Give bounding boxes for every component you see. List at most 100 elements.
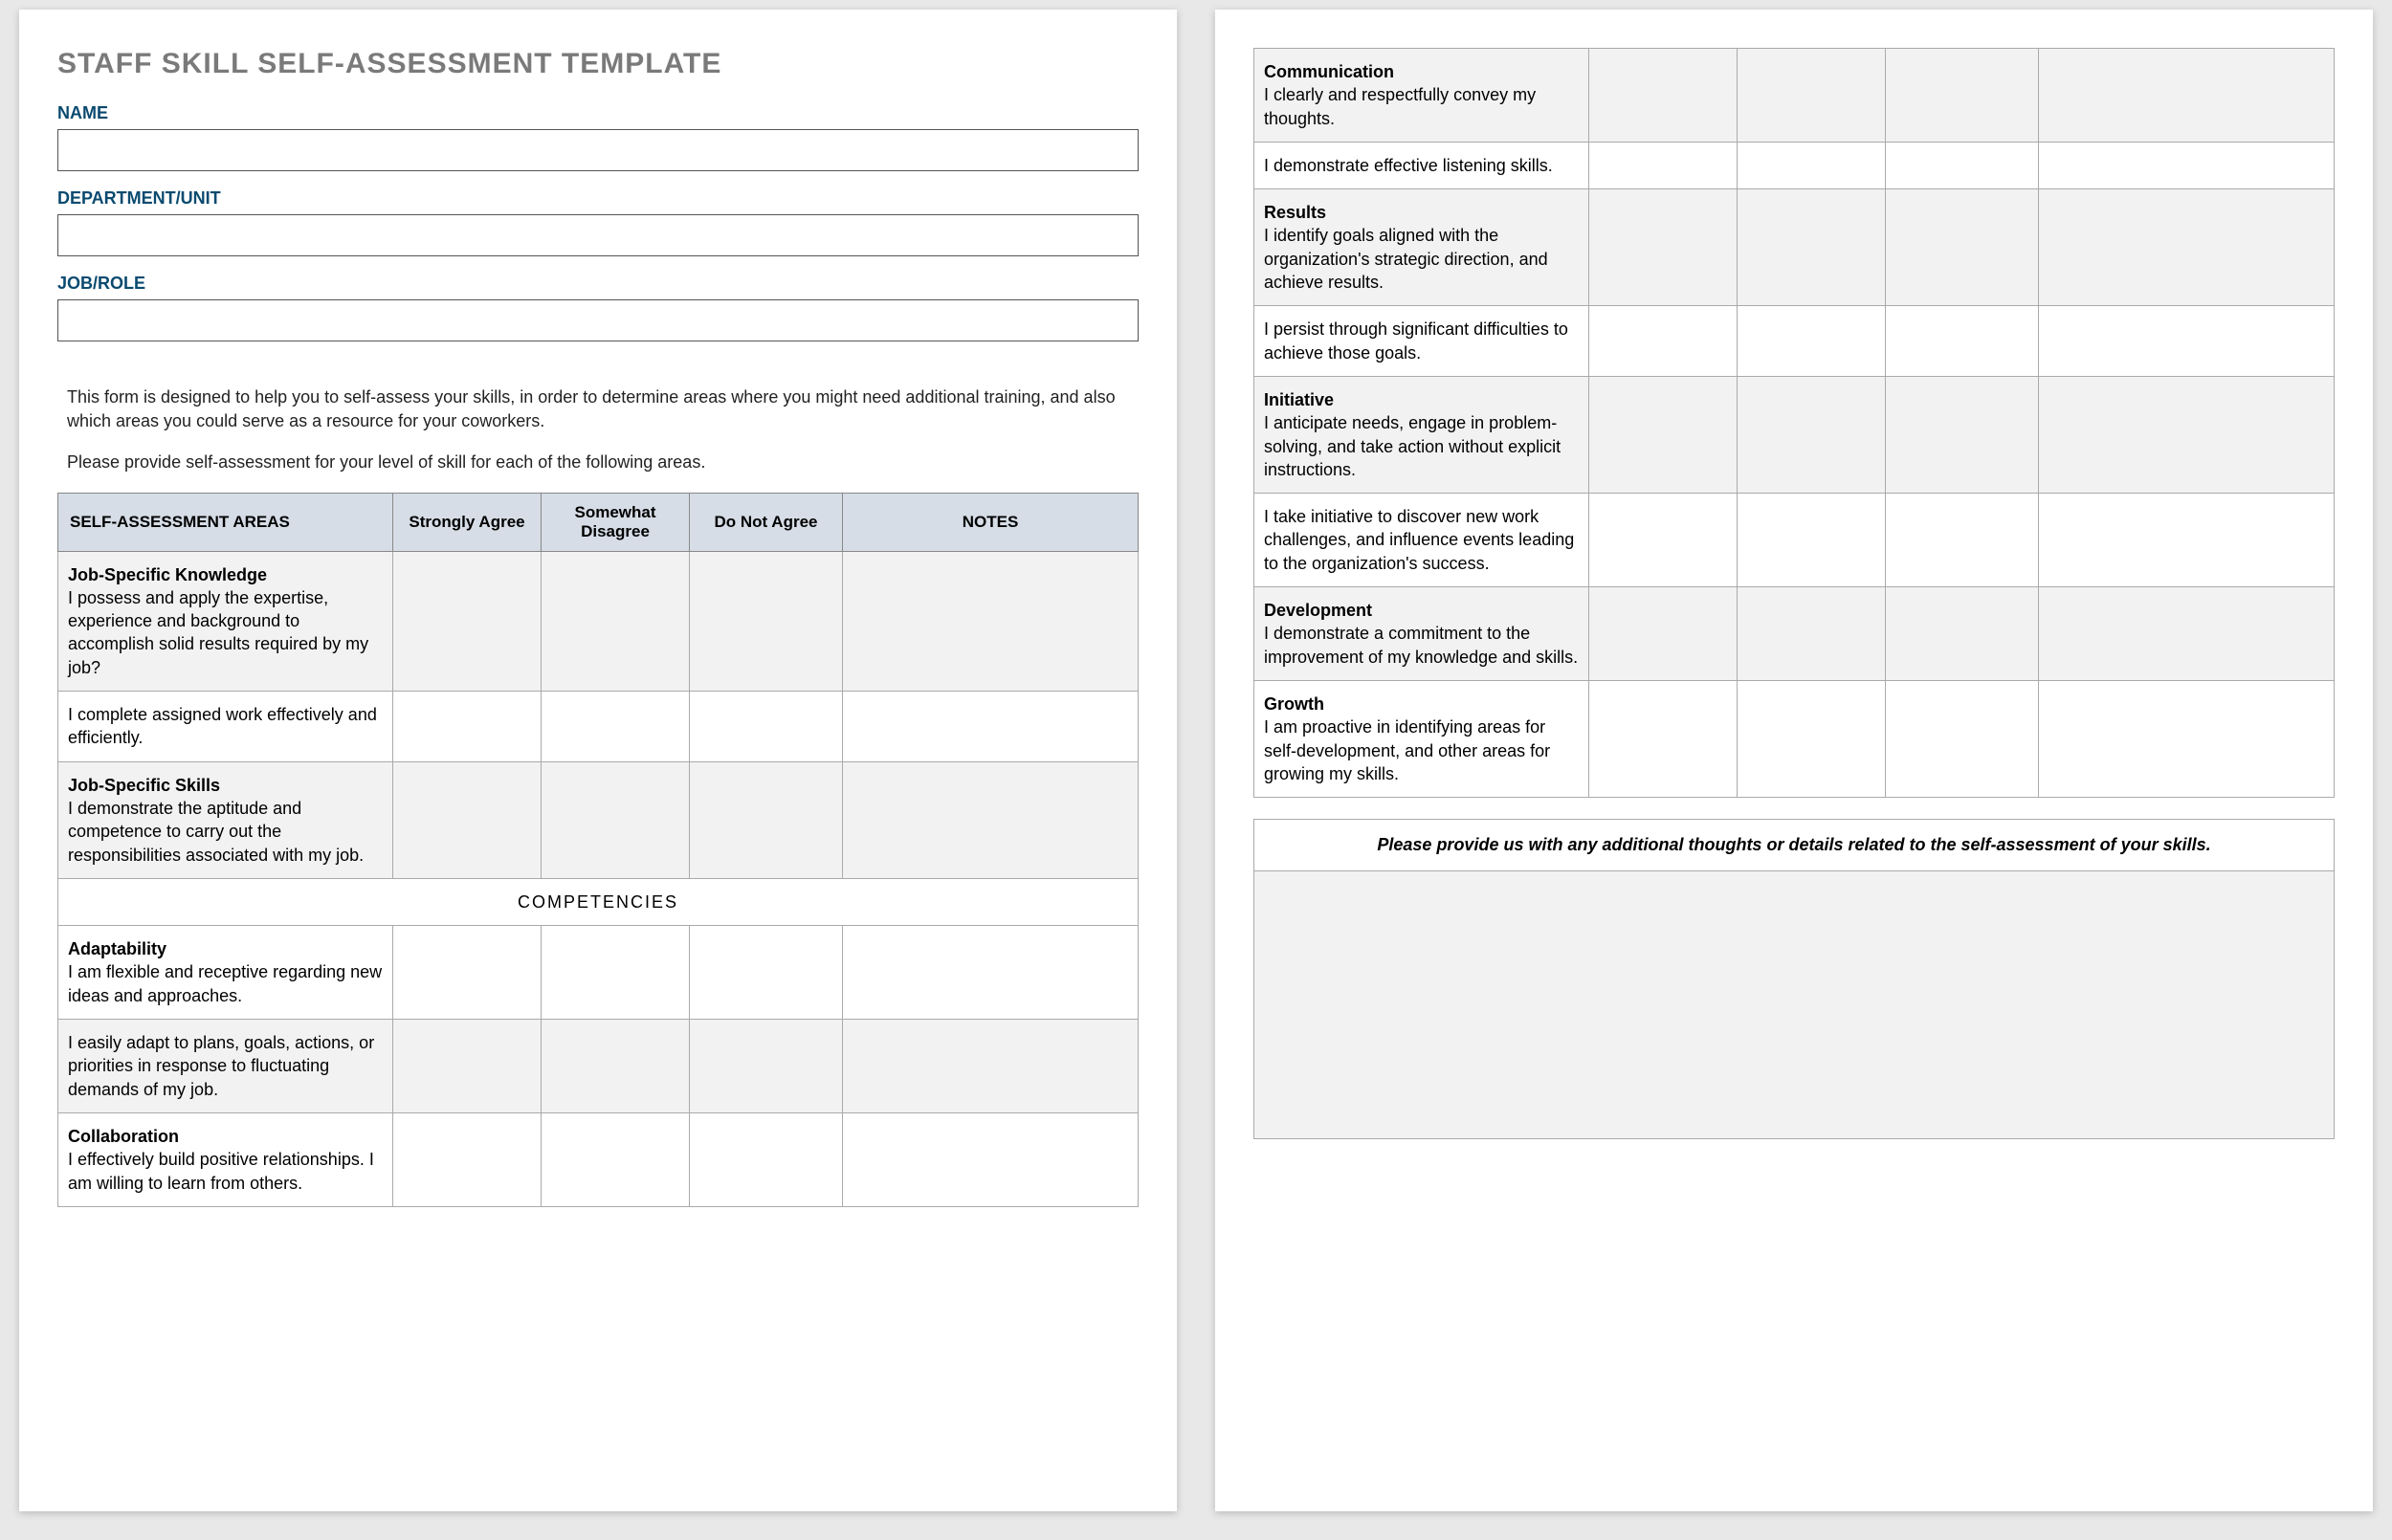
notes-cell[interactable] bbox=[843, 1020, 1139, 1113]
header-notes: NOTES bbox=[843, 493, 1139, 551]
area-title: Communication bbox=[1264, 60, 1579, 83]
notes-cell[interactable] bbox=[843, 1112, 1139, 1206]
notes-cell[interactable] bbox=[843, 551, 1139, 691]
competencies-heading-row: COMPETENCIES bbox=[58, 878, 1139, 925]
rating-cell[interactable] bbox=[393, 551, 542, 691]
rating-cell[interactable] bbox=[1589, 142, 1738, 188]
rating-cell[interactable] bbox=[690, 1020, 843, 1113]
area-title: Adaptability bbox=[68, 937, 383, 960]
area-cell: I complete assigned work effectively and… bbox=[58, 692, 393, 762]
rating-cell[interactable] bbox=[1738, 494, 1886, 587]
rating-cell[interactable] bbox=[1589, 680, 1738, 797]
area-description: I identify goals aligned with the organi… bbox=[1264, 224, 1579, 294]
rating-cell[interactable] bbox=[542, 1112, 690, 1206]
rating-cell[interactable] bbox=[393, 1020, 542, 1113]
rating-cell[interactable] bbox=[1738, 306, 1886, 377]
area-description: I am flexible and receptive regarding ne… bbox=[68, 960, 383, 1007]
notes-cell[interactable] bbox=[2039, 189, 2335, 306]
name-input[interactable] bbox=[57, 129, 1139, 171]
rating-cell[interactable] bbox=[542, 926, 690, 1020]
notes-cell[interactable] bbox=[2039, 587, 2335, 681]
notes-cell[interactable] bbox=[2039, 680, 2335, 797]
feedback-textarea[interactable] bbox=[1253, 871, 2335, 1139]
area-description: I easily adapt to plans, goals, actions,… bbox=[68, 1031, 383, 1101]
area-description: I take initiative to discover new work c… bbox=[1264, 505, 1579, 575]
area-title: Results bbox=[1264, 201, 1579, 224]
rating-cell[interactable] bbox=[542, 761, 690, 878]
area-cell: Job-Specific KnowledgeI possess and appl… bbox=[58, 551, 393, 691]
area-description: I anticipate needs, engage in problem-so… bbox=[1264, 411, 1579, 481]
rating-cell[interactable] bbox=[690, 692, 843, 762]
rating-cell[interactable] bbox=[1886, 142, 2039, 188]
rating-cell[interactable] bbox=[1738, 587, 1886, 681]
rating-cell[interactable] bbox=[1589, 189, 1738, 306]
rating-cell[interactable] bbox=[1738, 376, 1886, 493]
area-description: I demonstrate a commitment to the improv… bbox=[1264, 622, 1579, 669]
area-cell: CommunicationI clearly and respectfully … bbox=[1254, 49, 1589, 143]
rating-cell[interactable] bbox=[1886, 376, 2039, 493]
area-title: Job-Specific Skills bbox=[68, 774, 383, 797]
notes-cell[interactable] bbox=[843, 926, 1139, 1020]
table-row: Job-Specific SkillsI demonstrate the apt… bbox=[58, 761, 1139, 878]
rating-cell[interactable] bbox=[1589, 306, 1738, 377]
table-row: DevelopmentI demonstrate a commitment to… bbox=[1254, 587, 2335, 681]
notes-cell[interactable] bbox=[2039, 494, 2335, 587]
rating-cell[interactable] bbox=[1886, 49, 2039, 143]
table-row: I take initiative to discover new work c… bbox=[1254, 494, 2335, 587]
rating-cell[interactable] bbox=[393, 761, 542, 878]
rating-cell[interactable] bbox=[393, 926, 542, 1020]
rating-cell[interactable] bbox=[393, 692, 542, 762]
rating-cell[interactable] bbox=[1886, 306, 2039, 377]
department-label: DEPARTMENT/UNIT bbox=[57, 188, 1139, 209]
area-cell: GrowthI am proactive in identifying area… bbox=[1254, 680, 1589, 797]
rating-cell[interactable] bbox=[1886, 189, 2039, 306]
rating-cell[interactable] bbox=[393, 1112, 542, 1206]
table-row: I complete assigned work effectively and… bbox=[58, 692, 1139, 762]
intro-paragraph-2: Please provide self-assessment for your … bbox=[67, 451, 1139, 474]
header-do-not-agree: Do Not Agree bbox=[690, 493, 843, 551]
rating-cell[interactable] bbox=[690, 926, 843, 1020]
rating-cell[interactable] bbox=[1589, 49, 1738, 143]
rating-cell[interactable] bbox=[1886, 587, 2039, 681]
job-input[interactable] bbox=[57, 299, 1139, 341]
notes-cell[interactable] bbox=[2039, 142, 2335, 188]
rating-cell[interactable] bbox=[1886, 494, 2039, 587]
rating-cell[interactable] bbox=[690, 1112, 843, 1206]
area-description: I possess and apply the expertise, exper… bbox=[68, 586, 383, 679]
rating-cell[interactable] bbox=[1738, 189, 1886, 306]
rating-cell[interactable] bbox=[1589, 494, 1738, 587]
notes-cell[interactable] bbox=[843, 761, 1139, 878]
rating-cell[interactable] bbox=[690, 761, 843, 878]
area-cell: InitiativeI anticipate needs, engage in … bbox=[1254, 376, 1589, 493]
intro-paragraph-1: This form is designed to help you to sel… bbox=[67, 385, 1139, 433]
table-row: Job-Specific KnowledgeI possess and appl… bbox=[58, 551, 1139, 691]
notes-cell[interactable] bbox=[2039, 49, 2335, 143]
notes-cell[interactable] bbox=[2039, 376, 2335, 493]
header-somewhat-disagree: Somewhat Disagree bbox=[542, 493, 690, 551]
rating-cell[interactable] bbox=[1738, 142, 1886, 188]
notes-cell[interactable] bbox=[843, 692, 1139, 762]
area-cell: I easily adapt to plans, goals, actions,… bbox=[58, 1020, 393, 1113]
department-input[interactable] bbox=[57, 214, 1139, 256]
table-row: CommunicationI clearly and respectfully … bbox=[1254, 49, 2335, 143]
rating-cell[interactable] bbox=[542, 692, 690, 762]
area-cell: I persist through significant difficulti… bbox=[1254, 306, 1589, 377]
area-cell: ResultsI identify goals aligned with the… bbox=[1254, 189, 1589, 306]
area-description: I clearly and respectfully convey my tho… bbox=[1264, 83, 1579, 130]
rating-cell[interactable] bbox=[1589, 376, 1738, 493]
notes-cell[interactable] bbox=[2039, 306, 2335, 377]
rating-cell[interactable] bbox=[1886, 680, 2039, 797]
table-row: AdaptabilityI am flexible and receptive … bbox=[58, 926, 1139, 1020]
rating-cell[interactable] bbox=[1738, 49, 1886, 143]
rating-cell[interactable] bbox=[542, 551, 690, 691]
intro-text: This form is designed to help you to sel… bbox=[67, 385, 1139, 475]
name-label: NAME bbox=[57, 103, 1139, 123]
area-cell: AdaptabilityI am flexible and receptive … bbox=[58, 926, 393, 1020]
rating-cell[interactable] bbox=[1589, 587, 1738, 681]
rating-cell[interactable] bbox=[690, 551, 843, 691]
area-cell: I demonstrate effective listening skills… bbox=[1254, 142, 1589, 188]
rating-cell[interactable] bbox=[542, 1020, 690, 1113]
rating-cell[interactable] bbox=[1738, 680, 1886, 797]
area-description: I demonstrate the aptitude and competenc… bbox=[68, 797, 383, 867]
table-row: InitiativeI anticipate needs, engage in … bbox=[1254, 376, 2335, 493]
